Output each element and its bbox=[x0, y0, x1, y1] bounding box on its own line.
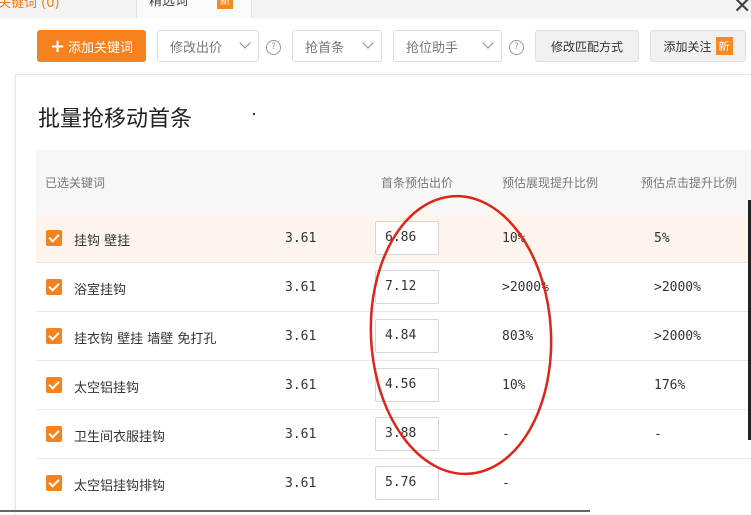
click-ratio-cell: 5% bbox=[654, 231, 670, 246]
click-ratio-cell: - bbox=[654, 427, 662, 442]
show-ratio-cell: >2000% bbox=[502, 280, 549, 295]
add-keyword-button[interactable]: + 添加关键词 bbox=[37, 30, 146, 62]
table-row[interactable]: 挂衣钩 壁挂 墙壁 免打孔 3.61 4.84 803% >2000% bbox=[36, 312, 751, 361]
table-row[interactable]: 浴室挂钩 3.61 7.12 >2000% >2000% bbox=[36, 263, 751, 312]
bid-input[interactable]: 5.76 bbox=[375, 466, 439, 500]
help-icon[interactable]: ? bbox=[509, 40, 524, 55]
click-ratio-cell: >2000% bbox=[654, 280, 701, 295]
add-keyword-label: 添加关键词 bbox=[68, 40, 134, 56]
tab-keywords[interactable]: 关键词 (0) bbox=[0, 0, 60, 11]
add-follow-label: 添加关注 bbox=[663, 39, 712, 54]
keyword-cell: 太空铝挂钩 bbox=[74, 381, 140, 396]
page-title: 批量抢移动首条 bbox=[38, 107, 193, 132]
bid-input[interactable]: 4.56 bbox=[375, 368, 439, 402]
checkbox[interactable] bbox=[46, 328, 62, 344]
show-ratio-cell: - bbox=[502, 427, 510, 442]
tab-selected-words-label: 精选词 bbox=[149, 0, 189, 9]
checkbox[interactable] bbox=[46, 230, 62, 246]
bid-input[interactable]: 4.84 bbox=[375, 319, 439, 353]
modify-match-button[interactable]: 修改匹配方式 bbox=[535, 30, 639, 62]
new-badge: 新 bbox=[217, 0, 233, 9]
plus-icon: + bbox=[49, 35, 66, 57]
keyword-cell: 挂钩 壁挂 bbox=[74, 234, 131, 249]
show-ratio-cell: - bbox=[502, 476, 510, 491]
chevron-down-icon bbox=[482, 37, 494, 49]
table-row[interactable]: 太空铝挂钩排钩 3.61 5.76 - bbox=[36, 459, 591, 507]
bid-input[interactable]: 6.86 bbox=[375, 221, 439, 255]
toolbar: + 添加关键词 修改出价 ? 抢首条 抢位助手 ? 修改匹配方式 添加关注 新 bbox=[0, 18, 751, 76]
grab-top-label: 抢首条 bbox=[305, 40, 345, 56]
click-ratio-cell: 176% bbox=[654, 378, 686, 393]
header-click-ratio: 预估点击提升比例 bbox=[641, 176, 738, 190]
keyword-cell: 卫生间衣服挂钩 bbox=[74, 430, 166, 445]
header-top-bid: 首条预估出价 bbox=[380, 176, 453, 190]
show-ratio-cell: 10% bbox=[502, 378, 526, 393]
table-header: 已选关键词 首条预估出价 预估展现提升比例 预估点击提升比例 bbox=[36, 150, 751, 214]
grab-assist-dropdown[interactable]: 抢位助手 bbox=[393, 30, 502, 62]
keyword-cell: 挂衣钩 壁挂 墙壁 免打孔 bbox=[74, 332, 217, 347]
chevron-down-icon bbox=[239, 37, 251, 49]
current-bid-cell: 3.61 bbox=[285, 280, 317, 295]
modify-bid-dropdown[interactable]: 修改出价 bbox=[157, 30, 259, 62]
checkbox[interactable] bbox=[46, 377, 62, 393]
bid-input[interactable]: 3.88 bbox=[375, 417, 439, 451]
click-ratio-cell: >2000% bbox=[654, 329, 701, 344]
new-badge: 新 bbox=[715, 37, 733, 55]
help-icon[interactable]: ? bbox=[266, 40, 281, 55]
bottom-divider bbox=[0, 510, 590, 512]
header-show-ratio: 预估展现提升比例 bbox=[502, 176, 599, 190]
current-bid-cell: 3.61 bbox=[285, 231, 317, 246]
current-bid-cell: 3.61 bbox=[285, 329, 317, 344]
table-row[interactable]: 卫生间衣服挂钩 3.61 3.88 - - bbox=[36, 410, 751, 459]
add-follow-button[interactable]: 添加关注 新 bbox=[650, 30, 746, 62]
bid-input[interactable]: 7.12 bbox=[375, 270, 439, 304]
show-ratio-cell: 10% bbox=[502, 231, 526, 246]
header-keyword: 已选关键词 bbox=[45, 176, 106, 190]
current-bid-cell: 3.61 bbox=[285, 378, 317, 393]
show-ratio-cell: 803% bbox=[502, 329, 534, 344]
checkbox[interactable] bbox=[46, 279, 62, 295]
modify-bid-label: 修改出价 bbox=[170, 40, 223, 56]
current-bid-cell: 3.61 bbox=[285, 427, 317, 442]
tab-strip: 关键词 (0) 精选词 新 bbox=[0, 0, 751, 18]
checkbox[interactable] bbox=[46, 475, 62, 491]
current-bid-cell: 3.61 bbox=[285, 476, 317, 491]
keyword-cell: 太空铝挂钩排钩 bbox=[74, 479, 166, 494]
cursor-dot bbox=[253, 113, 255, 115]
checkbox[interactable] bbox=[46, 426, 62, 442]
table-row[interactable]: 挂钩 壁挂 3.61 6.86 10% 5% bbox=[36, 214, 751, 263]
grab-top-dropdown[interactable]: 抢首条 bbox=[292, 30, 382, 62]
grab-assist-label: 抢位助手 bbox=[406, 40, 459, 56]
tab-selected-words[interactable]: 精选词 新 bbox=[136, 0, 252, 18]
table-row[interactable]: 太空铝挂钩 3.61 4.56 10% 176% bbox=[36, 361, 751, 410]
keyword-cell: 浴室挂钩 bbox=[74, 283, 127, 298]
close-icon[interactable]: ✕ bbox=[733, 0, 751, 19]
chevron-down-icon bbox=[362, 37, 374, 49]
